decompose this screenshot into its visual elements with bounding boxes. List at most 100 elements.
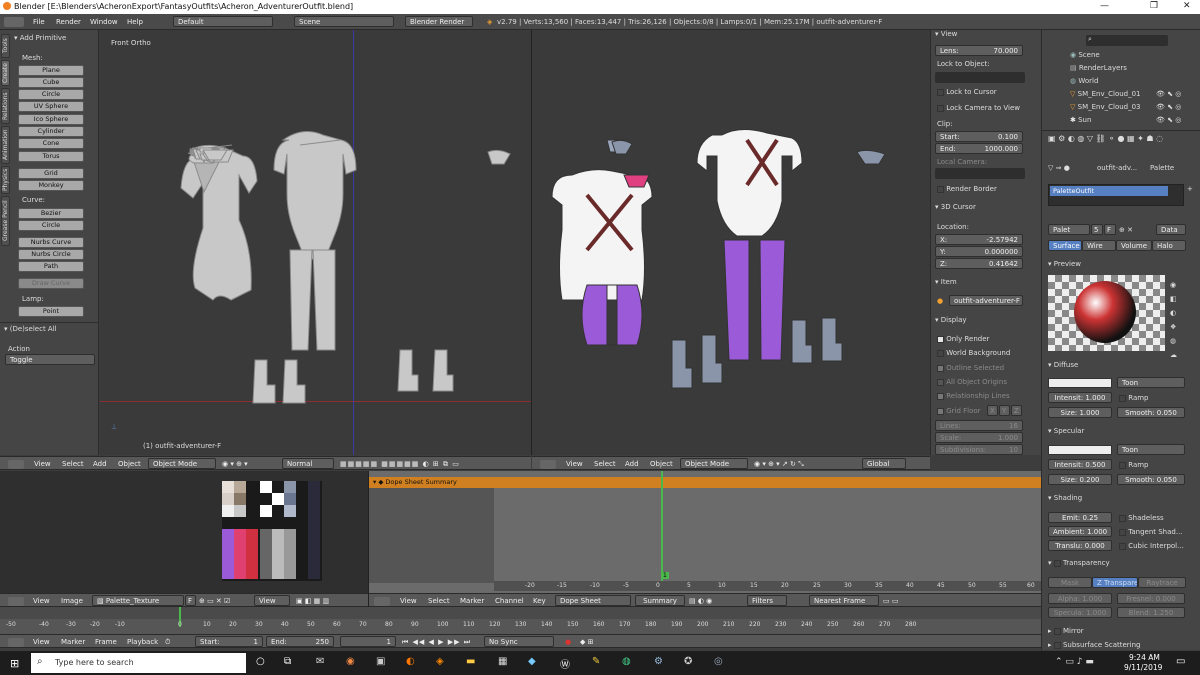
emit-field[interactable]: Emit: 0.25 [1048,512,1112,523]
menu-frame-tl[interactable]: Frame [95,638,117,646]
file-explorer-icon[interactable]: ▬ [466,656,475,667]
editor-type-icon[interactable] [8,638,24,647]
editor-type-icon[interactable] [540,460,556,469]
layer-buttons-icon[interactable]: ▦▦▦▦▦ ▦▦▦▦▦ ◐ ⊞ ⧉ ▭ [340,460,460,469]
visibility-eye-icon[interactable]: 👁 ⬉ ◎ [1156,103,1181,111]
diffuse-intensity-field[interactable]: Intensit: 1.000 [1048,392,1112,403]
tab-halo[interactable]: Halo [1152,240,1186,251]
ambient-field[interactable]: Ambient: 1.000 [1048,526,1112,537]
render-engine-select[interactable]: Blender Render [405,16,473,27]
tab-surface[interactable]: Surface [1048,240,1082,251]
steam-icon[interactable]: ◎ [714,656,723,667]
tab-z-transparency[interactable]: Z Transparen... [1092,577,1138,588]
material-users[interactable]: 5 [1091,224,1103,235]
clip-start-value[interactable]: 0.100 [998,133,1018,141]
blend-field[interactable]: Blend: 1.250 [1117,607,1185,618]
add-uvsphere-button[interactable]: UV Sphere [18,101,84,112]
app-icon[interactable]: ◆ [528,656,536,667]
add-cylinder-button[interactable]: Cylinder [18,126,84,137]
render-border-checkbox[interactable]: Render Border [937,185,997,193]
diffuse-size-field[interactable]: Size: 1.000 [1048,407,1112,418]
copy-paste-icons[interactable]: ▭ ▭ [883,597,898,605]
fake-user-toggle[interactable]: F [1104,224,1116,235]
specular-color-swatch[interactable] [1048,445,1112,455]
orientation-select[interactable]: Global [862,458,906,469]
minimize-button[interactable]: — [1100,1,1109,11]
tangent-shading-checkbox[interactable]: Tangent Shad... [1119,528,1183,536]
scene-select[interactable]: Scene [294,16,394,27]
record-icon[interactable]: ● [565,638,571,646]
maximize-button[interactable]: ❐ [1150,1,1158,11]
end-frame-value[interactable]: 250 [316,638,329,646]
snap-select[interactable]: Nearest Frame [809,595,879,606]
layout-select[interactable]: Default [173,16,273,27]
pivot-select[interactable]: Normal [282,458,334,469]
tab-relations[interactable]: Relations [1,88,10,124]
cursor-z-value[interactable]: 0.41642 [989,260,1018,268]
sync-select[interactable]: No Sync [484,636,554,647]
add-circle-button[interactable]: Circle [18,89,84,100]
link-data-select[interactable]: Data [1156,224,1186,235]
manipulator-icons[interactable]: ◉ ▾ ⊕ ▾ ↗ ↻ ⤡ [754,460,804,469]
app-icon[interactable]: ▣ [376,656,385,667]
specular-intensity-field[interactable]: Intensit: 0.500 [1048,459,1112,470]
menu-select-ds[interactable]: Select [428,597,450,605]
app-icon[interactable]: ✎ [592,656,600,667]
menu-render[interactable]: Render [56,18,81,26]
cortana-icon[interactable]: ○ [256,656,265,667]
menu-channel-ds[interactable]: Channel [495,597,524,605]
editor-type-icon[interactable] [8,460,24,469]
fresnel-field[interactable]: Fresnel: 0.000 [1117,593,1185,604]
menu-help[interactable]: Help [127,18,143,26]
diffuse-shader-select[interactable]: Toon [1117,377,1185,388]
action-select[interactable]: Toggle [5,354,95,365]
specular-shader-select[interactable]: Toon [1117,444,1185,455]
windows-start-icon[interactable]: ⊞ [10,657,19,670]
menu-select[interactable]: Select [62,460,84,468]
image-fake-user[interactable]: F [185,595,196,606]
app-icon[interactable]: ✪ [684,656,692,667]
app-icon[interactable]: ◍ [622,656,631,667]
taskbar-search[interactable]: ⌕ Type here to search [31,653,246,673]
mode-select[interactable]: Object Mode [148,458,216,469]
outliner-item-renderlayers[interactable]: ▤ RenderLayers [1070,64,1127,72]
add-nurbs-curve-button[interactable]: Nurbs Curve [18,237,84,248]
viewport-front-ortho[interactable]: Front Ortho ⊥ (1) outfit-adventurer-F [100,30,531,455]
menu-select-right[interactable]: Select [594,460,616,468]
grid-subdiv-value[interactable]: 10 [1009,446,1018,454]
app-icon[interactable]: Ⓦ [560,656,570,671]
menu-view-ds[interactable]: View [400,597,417,605]
menu-view-image[interactable]: View [33,597,50,605]
calculator-icon[interactable]: ▦ [498,656,507,667]
image-actions-icons[interactable]: ⊕ ▭ ✕ ☑ [199,597,230,605]
specular-smooth-field[interactable]: Smooth: 0.050 [1117,474,1185,485]
menu-object-right[interactable]: Object [650,460,673,468]
menu-window[interactable]: Window [90,18,118,26]
mail-icon[interactable]: ✉ [316,656,324,667]
chrome-icon[interactable]: ◉ [346,656,355,667]
close-button[interactable]: ✕ [1183,1,1191,11]
add-nurbs-circle-button[interactable]: Nurbs Circle [18,249,84,260]
grid-axis-z[interactable]: Z [1011,405,1022,416]
add-grid-button[interactable]: Grid [18,168,84,179]
menu-view-tl[interactable]: View [33,638,50,646]
menu-playback-tl[interactable]: Playback [127,638,158,646]
blender-taskbar-icon[interactable]: ◈ [436,656,444,667]
outliner-item-cloud01[interactable]: ▽ SM_Env_Cloud_01 [1070,90,1141,98]
playback-controls-icons[interactable]: ⏮ ◀◀ ◀ ▶ ▶▶ ⏭ [402,638,471,647]
material-name-field[interactable]: Palet [1048,224,1090,235]
specular-alpha-field[interactable]: Specula: 1.000 [1048,607,1112,618]
menu-file[interactable]: File [33,18,45,26]
grid-axis-y[interactable]: Y [999,405,1010,416]
menu-image[interactable]: Image [61,597,83,605]
outliner-search-input[interactable] [1086,35,1168,46]
tab-animation[interactable]: Animation [1,126,10,164]
add-path-button[interactable]: Path [18,261,84,272]
system-tray-icons[interactable]: ⌃ ▭ ♪ ▬ [1055,657,1094,667]
local-camera-field[interactable] [935,168,1025,179]
timeline[interactable]: -50 -40 -30 -20 -10 0 10 20 30 40 50 60 … [0,607,1041,634]
translucency-field[interactable]: Translu: 0.000 [1048,540,1112,551]
material-actions-icons[interactable]: ⊕ ✕ [1119,226,1133,234]
draw-curve-button[interactable]: Draw Curve [18,278,84,289]
tab-mask[interactable]: Mask [1048,577,1092,588]
